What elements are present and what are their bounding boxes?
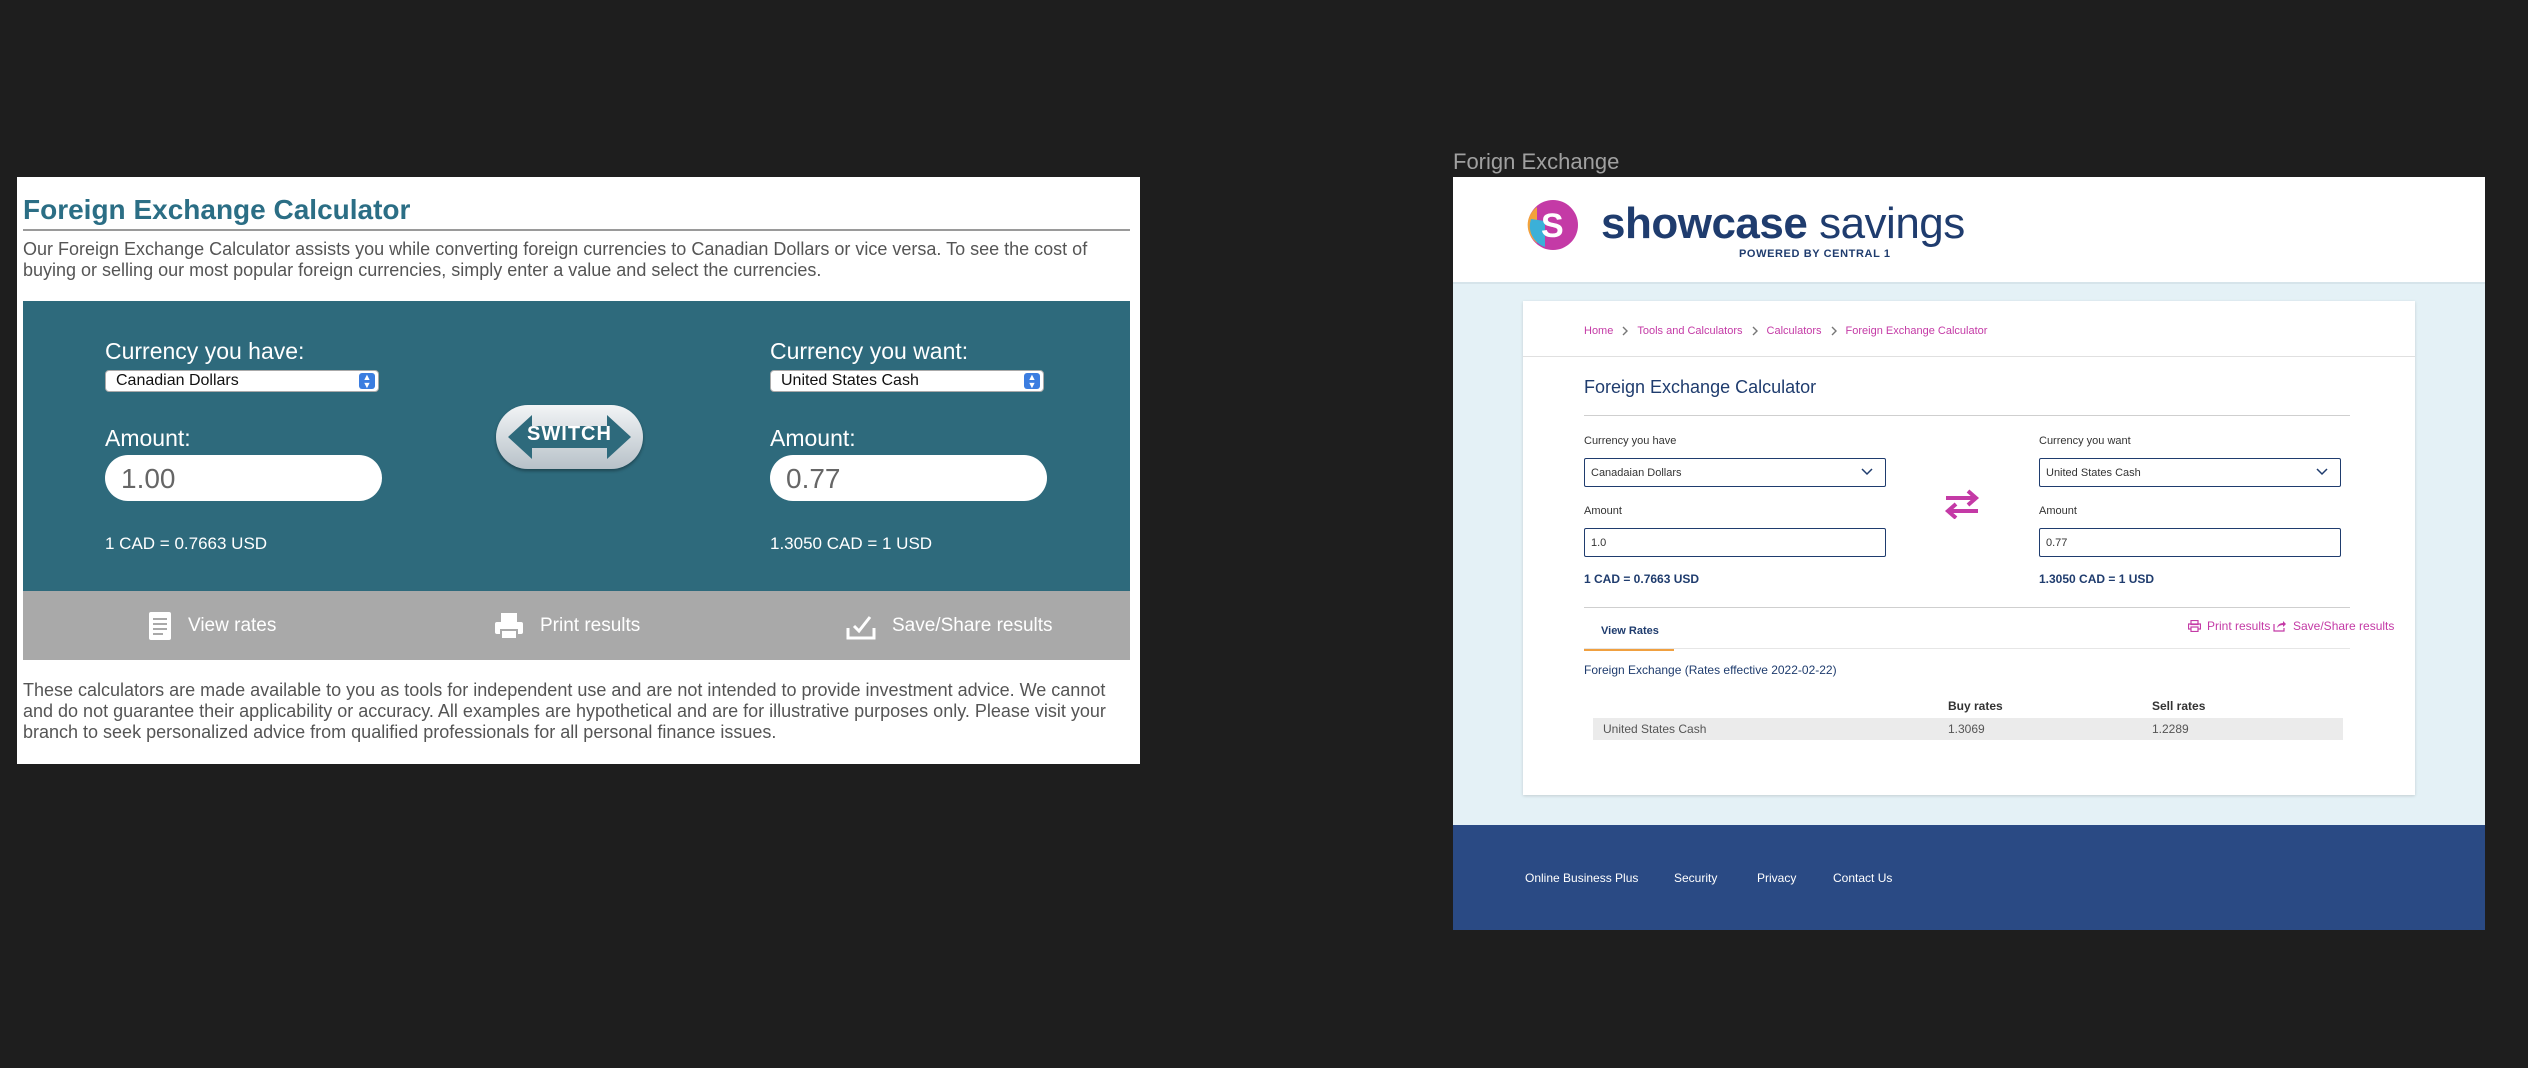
print-results-button[interactable]: Print results (494, 591, 640, 660)
breadcrumb-home[interactable]: Home (1584, 325, 1613, 337)
currency-have-select[interactable]: Canadaian Dollars (1584, 458, 1886, 487)
tab-view-rates[interactable]: View Rates (1584, 618, 1674, 651)
currency-want-value: United States Cash (2046, 467, 2141, 479)
header-divider (1523, 356, 2415, 357)
row-buy-rate: 1.3069 (1948, 722, 1985, 736)
currency-have-value: Canadaian Dollars (1591, 467, 1682, 479)
print-results-button[interactable]: Print results (2188, 619, 2270, 633)
calculator-title: Foreign Exchange Calculator (1584, 377, 1817, 397)
footer-link-security[interactable]: Security (1674, 871, 1717, 885)
currency-have-label: Currency you have: (105, 338, 305, 364)
select-arrows-icon: ▲ ▼ (1024, 373, 1040, 390)
brand-name-bold: showcase (1601, 199, 1808, 248)
breadcrumb-calculators[interactable]: Calculators (1767, 325, 1822, 337)
view-rates-label: View rates (188, 614, 277, 636)
chevron-down-icon (2316, 468, 2328, 476)
rate-have-text: 1 CAD = 0.7663 USD (1584, 572, 1700, 586)
footer-link-privacy[interactable]: Privacy (1757, 871, 1796, 885)
amount-have-input[interactable]: 1.00 (105, 455, 382, 501)
disclaimer-text: These calculators are made available to … (23, 680, 1106, 742)
logo-mark-icon: S (1527, 200, 1578, 250)
switch-label: SWITCH (527, 423, 612, 445)
row-sell-rate: 1.2289 (2152, 722, 2189, 736)
select-arrows-icon: ▲ ▼ (359, 373, 375, 390)
amount-want-input[interactable]: 0.77 (770, 455, 1047, 501)
action-bar: View rates Print results Save/Share resu… (23, 591, 1130, 660)
footer-link-online-business[interactable]: Online Business Plus (1525, 871, 1638, 885)
row-currency: United States Cash (1603, 722, 1707, 736)
currency-have-select[interactable]: Canadian Dollars ▲ ▼ (105, 370, 379, 392)
amount-have-label: Amount (1584, 505, 1622, 517)
site-footer: Online Business Plus Security Privacy Co… (1453, 825, 2485, 930)
view-rates-button[interactable]: View rates (148, 591, 276, 660)
calculator-box: Currency you have: Canadian Dollars ▲ ▼ C… (23, 301, 1130, 591)
save-share-label: Save/Share results (892, 614, 1053, 636)
table-row: United States Cash 1.3069 1.2289 (1593, 718, 2343, 740)
title-divider (1584, 415, 2350, 416)
results-divider (1584, 607, 2350, 608)
rate-have-text: 1 CAD = 0.7663 USD (105, 534, 268, 553)
intro-text: Our Foreign Exchange Calculator assists … (23, 239, 1088, 280)
print-icon (2188, 620, 2201, 632)
swap-arrows-icon[interactable] (1942, 489, 1982, 519)
title-divider (23, 229, 1130, 231)
currency-want-select[interactable]: United States Cash ▲ ▼ (770, 370, 1044, 392)
chevron-right-icon (1831, 326, 1837, 336)
footer-link-contact[interactable]: Contact Us (1833, 871, 1892, 885)
legacy-calculator-panel: Foreign Exchange Calculator Our Foreign … (17, 177, 1140, 764)
column-header-buy: Buy rates (1948, 699, 2003, 713)
amount-have-value: 1.00 (121, 463, 176, 494)
breadcrumb-current[interactable]: Foreign Exchange Calculator (1846, 325, 1988, 337)
rate-want-text: 1.3050 CAD = 1 USD (770, 534, 933, 553)
currency-want-value: United States Cash (781, 372, 919, 389)
print-icon (495, 612, 523, 640)
amount-want-value: 0.77 (786, 463, 841, 494)
tab-view-rates-label: View Rates (1601, 625, 1659, 637)
chevron-down-icon (1861, 468, 1873, 476)
page-title: Foreign Exchange Calculator (23, 194, 411, 225)
frame-caption: Forign Exchange (1453, 149, 1620, 174)
currency-have-value: Canadian Dollars (116, 372, 239, 389)
site-header: S showcase savings POWERED BY CENTRAL 1 (1453, 177, 2485, 284)
currency-want-select[interactable]: United States Cash (2039, 458, 2341, 487)
chevron-right-icon (1622, 326, 1629, 336)
switch-button[interactable]: SWITCH (496, 405, 643, 469)
save-share-icon (846, 615, 876, 639)
amount-have-label: Amount: (105, 425, 191, 451)
rate-want-text: 1.3050 CAD = 1 USD (2039, 572, 2155, 586)
amount-want-value: 0.77 (2046, 537, 2068, 549)
column-header-sell: Sell rates (2152, 699, 2206, 713)
powered-by: POWERED BY CENTRAL 1 (1739, 248, 1891, 260)
amount-have-value: 1.0 (1591, 537, 1607, 549)
save-share-label: Save/Share results (2293, 619, 2395, 633)
view-rates-icon (149, 611, 171, 640)
save-share-icon (2273, 621, 2286, 632)
rates-table-title: Foreign Exchange (Rates effective 2022-0… (1584, 663, 1837, 677)
amount-have-input[interactable]: 1.0 (1584, 528, 1886, 557)
brand-name-light: savings (1807, 199, 1965, 248)
breadcrumb-tools[interactable]: Tools and Calculators (1637, 325, 1742, 337)
save-share-button[interactable]: Save/Share results (2273, 619, 2394, 633)
currency-want-label: Currency you want: (770, 338, 969, 364)
breadcrumb: Home Tools and Calculators Calculators F… (1584, 325, 1987, 337)
amount-want-input[interactable]: 0.77 (2039, 528, 2341, 557)
print-results-label: Print results (540, 614, 641, 636)
redesigned-calculator-panel: S showcase savings POWERED BY CENTRAL 1 … (1453, 177, 2485, 930)
chevron-right-icon (1752, 326, 1758, 336)
print-results-label: Print results (2207, 619, 2271, 633)
brand-name[interactable]: showcase savings (1601, 199, 1965, 249)
currency-have-label: Currency you have (1584, 435, 1677, 447)
amount-want-label: Amount (2039, 505, 2077, 517)
calculator-card: Home Tools and Calculators Calculators F… (1523, 301, 2415, 795)
svg-text:S: S (1541, 207, 1564, 245)
tab-divider (1584, 648, 2350, 649)
amount-want-label: Amount: (770, 425, 856, 451)
currency-want-label: Currency you want (2039, 435, 2131, 447)
save-share-button[interactable]: Save/Share results (846, 591, 1053, 660)
